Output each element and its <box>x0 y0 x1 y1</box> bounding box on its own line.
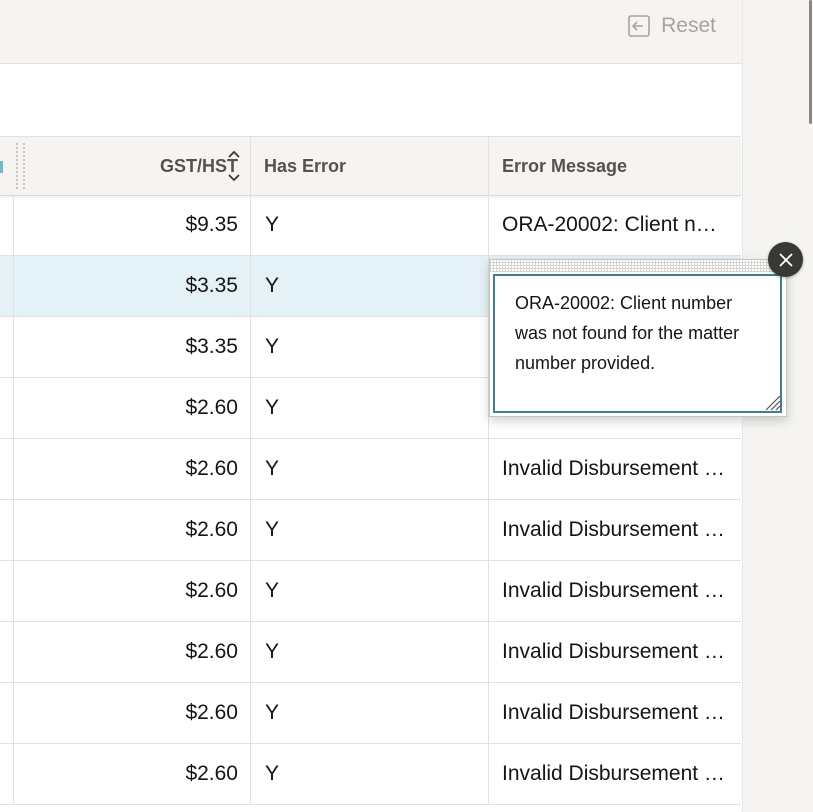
cell-error-message[interactable]: Invalid Disbursement … <box>488 500 741 560</box>
cell-error-message-text: Invalid Disbursement … <box>502 518 725 541</box>
cell-gst[interactable]: $2.60 <box>13 378 250 438</box>
cell-error-message-text: Invalid Disbursement … <box>502 579 725 602</box>
popup-drag-handle[interactable] <box>490 260 786 272</box>
toolbar: Reset <box>0 0 742 64</box>
cell-gst[interactable]: $2.60 <box>13 500 250 560</box>
cell-has-error[interactable]: Y <box>250 195 488 255</box>
cell-gst[interactable]: $2.60 <box>13 744 250 804</box>
cell-has-error[interactable]: Y <box>250 683 488 743</box>
cell-gst[interactable]: $9.35 <box>13 195 250 255</box>
cell-has-error[interactable]: Y <box>250 622 488 682</box>
cell-error-message[interactable]: ORA-20002: Client n… <box>488 195 741 255</box>
table-row[interactable]: $2.60 Y Invalid Disbursement … <box>0 500 741 561</box>
data-grid: GST/HST Has Error Error Message $9.35 Y OR… <box>0 136 741 812</box>
table-row[interactable]: $2.60 Y Invalid Disbursement … <box>0 622 741 683</box>
cell-error-message[interactable]: Invalid Disbursement … <box>488 622 741 682</box>
cell-has-error[interactable]: Y <box>250 500 488 560</box>
grid-header: GST/HST Has Error Error Message <box>0 136 741 196</box>
error-message-textarea[interactable]: ORA-20002: Client number was not found f… <box>493 274 782 413</box>
sort-icon[interactable] <box>225 148 243 184</box>
reset-button[interactable]: Reset <box>627 11 716 41</box>
reset-label: Reset <box>661 14 716 37</box>
cell-error-message-text: Invalid Disbursement … <box>502 640 725 663</box>
column-header-has-error-label: Has Error <box>264 155 347 176</box>
column-edge-marker <box>0 161 3 173</box>
table-row[interactable]: $2.60 Y Invalid Disbursement … <box>0 561 741 622</box>
cell-gst[interactable]: $3.35 <box>13 256 250 316</box>
resize-grip-icon[interactable] <box>761 391 781 411</box>
column-header-has-error[interactable]: Has Error <box>250 137 488 195</box>
cell-error-message-text: Invalid Disbursement … <box>502 457 725 480</box>
cell-gst[interactable]: $2.60 <box>13 439 250 499</box>
cell-error-message-text: Invalid Disbursement … <box>502 701 725 724</box>
cell-error-message-text: ORA-20002: Client n… <box>502 213 717 236</box>
vertical-scrollbar[interactable] <box>809 0 812 124</box>
cell-has-error[interactable]: Y <box>250 744 488 804</box>
error-message-popup: ORA-20002: Client number was not found f… <box>489 259 787 417</box>
cell-has-error[interactable]: Y <box>250 317 488 377</box>
cell-error-message[interactable]: Invalid Disbursement … <box>488 439 741 499</box>
table-row[interactable]: $2.60 Y Invalid Disbursement … <box>0 439 741 500</box>
table-row[interactable]: $2.60 Y Invalid Disbursement … <box>0 683 741 744</box>
cell-gst[interactable]: $2.60 <box>13 561 250 621</box>
cell-has-error[interactable]: Y <box>250 561 488 621</box>
column-header-error-message[interactable]: Error Message <box>488 137 741 195</box>
content-spacer <box>0 64 742 136</box>
cell-has-error[interactable]: Y <box>250 439 488 499</box>
cell-gst[interactable]: $3.35 <box>13 317 250 377</box>
cell-has-error[interactable]: Y <box>250 378 488 438</box>
reset-icon <box>628 15 650 37</box>
close-popup-button[interactable] <box>768 242 803 277</box>
cell-gst[interactable]: $2.60 <box>13 622 250 682</box>
column-header-gst[interactable]: GST/HST <box>13 137 250 195</box>
cell-has-error[interactable]: Y <box>250 256 488 316</box>
cell-gst[interactable]: $2.60 <box>13 683 250 743</box>
table-row[interactable]: $9.35 Y ORA-20002: Client n… <box>0 195 741 256</box>
close-icon <box>778 252 793 267</box>
table-row[interactable]: $2.60 Y Invalid Disbursement … <box>0 744 741 805</box>
cell-error-message[interactable]: Invalid Disbursement … <box>488 683 741 743</box>
column-header-error-message-label: Error Message <box>502 155 628 176</box>
cell-error-message[interactable]: Invalid Disbursement … <box>488 744 741 804</box>
cell-error-message[interactable]: Invalid Disbursement … <box>488 561 741 621</box>
cell-error-message-text: Invalid Disbursement … <box>502 762 725 785</box>
